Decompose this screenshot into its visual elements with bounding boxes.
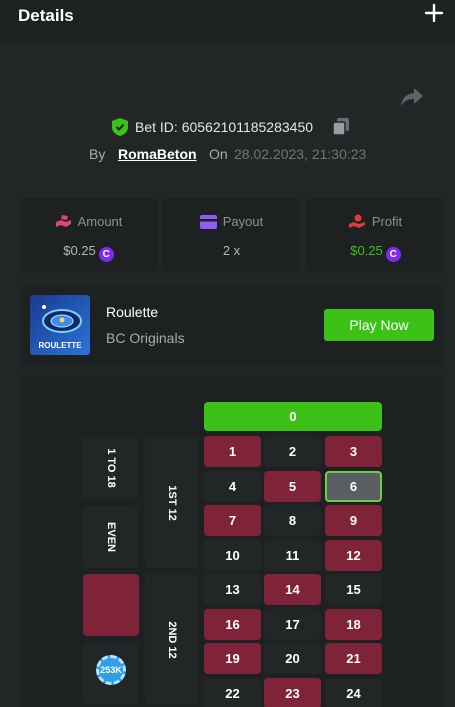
number-cell-13[interactable]: 13	[204, 574, 261, 605]
zero-cell[interactable]: 0	[204, 402, 382, 431]
bet-red[interactable]	[83, 574, 139, 636]
page-title: Details	[18, 6, 74, 25]
number-cell-8[interactable]: 8	[264, 505, 321, 536]
on-label: On	[209, 146, 228, 162]
number-cell-7[interactable]: 7	[204, 505, 261, 536]
chip-253k: 253K	[96, 655, 126, 685]
bet-1st-12-label: 1ST 12	[165, 484, 178, 521]
number-cell-10[interactable]: 10	[204, 540, 261, 571]
number-cell-1[interactable]: 1	[204, 436, 261, 467]
play-now-button[interactable]: Play Now	[324, 309, 434, 341]
bet-1-to-18[interactable]: 1 TO 18	[83, 437, 139, 499]
number-cell-12[interactable]: 12	[325, 540, 382, 571]
payout-card: Payout 2 x	[163, 198, 300, 273]
bet-1st-12[interactable]: 1ST 12	[145, 437, 198, 568]
amount-value-row: $0.25 C	[20, 243, 157, 262]
roulette-thumbnail[interactable]: ROULETTE	[30, 295, 90, 355]
amount-label-row: Amount	[20, 214, 157, 229]
number-cell-20[interactable]: 20	[264, 643, 321, 674]
number-cell-2[interactable]: 2	[264, 436, 321, 467]
bet-id-text: Bet ID: 60562101185283450	[135, 119, 313, 135]
hand-money-icon	[55, 215, 71, 227]
profit-card: Profit $0.25 C	[307, 198, 444, 273]
amount-value: $0.25	[63, 243, 96, 258]
number-cell-11[interactable]: 11	[264, 540, 321, 571]
hand-coin-icon	[348, 214, 365, 228]
bet-id-value: 60562101185283450	[181, 119, 314, 135]
number-cell-9[interactable]: 9	[325, 505, 382, 536]
profit-label: Profit	[371, 214, 403, 229]
payout-value: 2 x	[222, 243, 241, 258]
number-cell-19[interactable]: 19	[204, 643, 261, 674]
bet-byline: By RomaBeton On 28.02.2023, 21:30:23	[0, 146, 455, 164]
number-cell-17[interactable]: 17	[264, 609, 321, 640]
number-cell-5[interactable]: 5	[264, 471, 321, 502]
amount-card: Amount $0.25 C	[20, 198, 157, 273]
bet-id-row: Bet ID: 60562101185283450	[0, 118, 455, 138]
number-cell-24[interactable]: 24	[325, 678, 382, 707]
bet-id-label: Bet ID:	[135, 119, 178, 135]
number-cell-6[interactable]: 6	[325, 471, 382, 502]
number-cell-22[interactable]: 22	[204, 678, 261, 707]
bet-2nd-12[interactable]: 2ND 12	[145, 574, 198, 705]
bet-date: 28.02.2023, 21:30:23	[234, 146, 367, 162]
game-card: ROULETTE Roulette BC Originals Play Now	[20, 285, 444, 366]
details-header: Details	[0, 0, 455, 44]
thumbnail-label: ROULETTE	[38, 341, 82, 350]
by-label: By	[89, 146, 106, 162]
wallet-icon	[199, 215, 217, 229]
coin-icon: C	[385, 247, 401, 262]
coin-icon: C	[98, 247, 114, 262]
number-cell-21[interactable]: 21	[325, 643, 382, 674]
shield-check-icon	[112, 118, 128, 136]
payout-label-row: Payout	[163, 214, 300, 229]
copy-icon[interactable]	[333, 118, 349, 135]
bet-1-to-18-label: 1 TO 18	[105, 448, 117, 488]
number-cell-18[interactable]: 18	[325, 609, 382, 640]
profit-value: $0.25	[350, 243, 383, 258]
number-cell-14[interactable]: 14	[264, 574, 321, 605]
number-cell-23[interactable]: 23	[264, 678, 321, 707]
profit-label-row: Profit	[307, 214, 444, 229]
game-provider: BC Originals	[106, 330, 185, 346]
roulette-board: 0 1 TO 18 EVEN 253K 1ST 12 2ND 12 123456…	[20, 375, 444, 707]
username-link[interactable]: RomaBeton	[118, 146, 197, 162]
bet-2nd-12-label: 2ND 12	[165, 620, 178, 659]
bet-even[interactable]: EVEN	[83, 506, 139, 568]
number-cell-4[interactable]: 4	[204, 471, 261, 502]
number-cell-15[interactable]: 15	[325, 574, 382, 605]
share-icon[interactable]	[400, 86, 424, 108]
bet-even-label: EVEN	[105, 522, 117, 552]
plus-icon[interactable]	[424, 3, 444, 23]
profit-value-row: $0.25 C	[307, 243, 444, 262]
number-cell-3[interactable]: 3	[325, 436, 382, 467]
game-name: Roulette	[106, 304, 159, 320]
payout-label: Payout	[222, 214, 264, 229]
number-cell-16[interactable]: 16	[204, 609, 261, 640]
amount-label: Amount	[77, 214, 123, 229]
